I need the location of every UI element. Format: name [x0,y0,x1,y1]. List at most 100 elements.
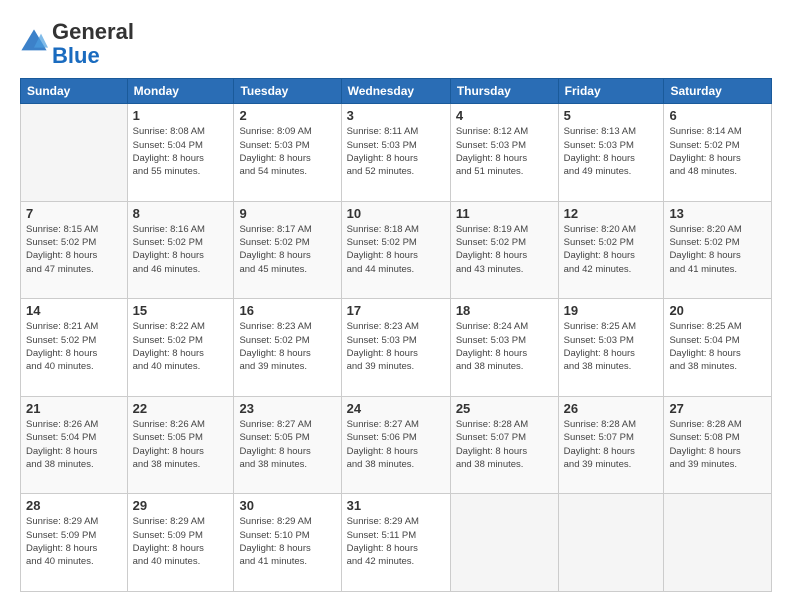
calendar-cell: 10 Sunrise: 8:18 AM Sunset: 5:02 PM Dayli… [341,201,450,299]
day-info: Sunrise: 8:26 AM Sunset: 5:04 PM Dayligh… [26,418,122,471]
day-number: 7 [26,206,122,221]
calendar-table: SundayMondayTuesdayWednesdayThursdayFrid… [20,78,772,592]
day-number: 5 [564,108,659,123]
day-number: 21 [26,401,122,416]
day-info: Sunrise: 8:11 AM Sunset: 5:03 PM Dayligh… [347,125,445,178]
day-number: 25 [456,401,553,416]
calendar-cell: 30Sunrise: 8:29 AM Sunset: 5:10 PM Dayli… [234,494,341,592]
logo-blue: Blue [52,43,100,68]
day-info: Sunrise: 8:29 AM Sunset: 5:09 PM Dayligh… [26,515,122,568]
calendar-cell: 29 Sunrise: 8:29 AM Sunset: 5:09 PM Dayli… [127,494,234,592]
col-header-monday: Monday [127,79,234,104]
calendar-cell: 17 Sunrise: 8:23 AM Sunset: 5:03 PM Dayli… [341,299,450,397]
col-header-thursday: Thursday [450,79,558,104]
day-number: 10 [347,206,445,221]
day-info: Sunrise: 8:29 AM Sunset: 5:11 PM Dayligh… [347,515,445,568]
day-info: Sunrise: 8:12 AM Sunset: 5:03 PM Dayligh… [456,125,553,178]
day-info: Sunrise: 8:23 AM Sunset: 5:02 PM Dayligh… [239,320,335,373]
day-number: 8 [133,206,229,221]
day-info: Sunrise: 8:09 AM Sunset: 5:03 PM Dayligh… [239,125,335,178]
calendar-week-1: 1Sunrise: 8:08 AM Sunset: 5:04 PM Daylig… [21,104,772,202]
day-number: 9 [239,206,335,221]
day-number: 3 [347,108,445,123]
day-info: Sunrise: 8:28 AM Sunset: 5:08 PM Dayligh… [669,418,766,471]
day-number: 28 [26,498,122,513]
calendar-cell: 25 Sunrise: 8:28 AM Sunset: 5:07 PM Dayli… [450,396,558,494]
calendar-cell: 13 Sunrise: 8:20 AM Sunset: 5:02 PM Dayli… [664,201,772,299]
day-info: Sunrise: 8:20 AM Sunset: 5:02 PM Dayligh… [669,223,766,276]
day-number: 26 [564,401,659,416]
col-header-sunday: Sunday [21,79,128,104]
day-number: 2 [239,108,335,123]
day-info: Sunrise: 8:29 AM Sunset: 5:09 PM Dayligh… [133,515,229,568]
col-header-tuesday: Tuesday [234,79,341,104]
calendar-cell: 24Sunrise: 8:27 AM Sunset: 5:06 PM Dayli… [341,396,450,494]
calendar-cell: 22Sunrise: 8:26 AM Sunset: 5:05 PM Dayli… [127,396,234,494]
page: General Blue SundayMondayTuesdayWednesda… [0,0,792,612]
day-number: 18 [456,303,553,318]
calendar-cell: 27Sunrise: 8:28 AM Sunset: 5:08 PM Dayli… [664,396,772,494]
day-number: 12 [564,206,659,221]
header: General Blue [20,20,772,68]
calendar-cell [558,494,664,592]
day-number: 23 [239,401,335,416]
calendar-week-3: 14 Sunrise: 8:21 AM Sunset: 5:02 PM Dayli… [21,299,772,397]
calendar-cell: 2 Sunrise: 8:09 AM Sunset: 5:03 PM Daylig… [234,104,341,202]
calendar-cell: 31 Sunrise: 8:29 AM Sunset: 5:11 PM Dayli… [341,494,450,592]
day-info: Sunrise: 8:16 AM Sunset: 5:02 PM Dayligh… [133,223,229,276]
day-info: Sunrise: 8:28 AM Sunset: 5:07 PM Dayligh… [564,418,659,471]
day-number: 16 [239,303,335,318]
calendar-cell [21,104,128,202]
day-info: Sunrise: 8:25 AM Sunset: 5:03 PM Dayligh… [564,320,659,373]
day-number: 13 [669,206,766,221]
day-number: 15 [133,303,229,318]
day-info: Sunrise: 8:22 AM Sunset: 5:02 PM Dayligh… [133,320,229,373]
calendar-cell: 23 Sunrise: 8:27 AM Sunset: 5:05 PM Dayli… [234,396,341,494]
logo: General Blue [20,20,134,68]
day-info: Sunrise: 8:23 AM Sunset: 5:03 PM Dayligh… [347,320,445,373]
day-info: Sunrise: 8:20 AM Sunset: 5:02 PM Dayligh… [564,223,659,276]
day-number: 24 [347,401,445,416]
calendar-cell: 8 Sunrise: 8:16 AM Sunset: 5:02 PM Daylig… [127,201,234,299]
calendar-cell: 7Sunrise: 8:15 AM Sunset: 5:02 PM Daylig… [21,201,128,299]
day-info: Sunrise: 8:19 AM Sunset: 5:02 PM Dayligh… [456,223,553,276]
calendar-header-row: SundayMondayTuesdayWednesdayThursdayFrid… [21,79,772,104]
day-number: 4 [456,108,553,123]
calendar-cell: 4 Sunrise: 8:12 AM Sunset: 5:03 PM Daylig… [450,104,558,202]
calendar-cell: 3 Sunrise: 8:11 AM Sunset: 5:03 PM Daylig… [341,104,450,202]
day-info: Sunrise: 8:21 AM Sunset: 5:02 PM Dayligh… [26,320,122,373]
calendar-cell: 21 Sunrise: 8:26 AM Sunset: 5:04 PM Dayli… [21,396,128,494]
day-info: Sunrise: 8:26 AM Sunset: 5:05 PM Dayligh… [133,418,229,471]
day-info: Sunrise: 8:08 AM Sunset: 5:04 PM Dayligh… [133,125,229,178]
calendar-cell: 18Sunrise: 8:24 AM Sunset: 5:03 PM Dayli… [450,299,558,397]
day-number: 14 [26,303,122,318]
day-info: Sunrise: 8:17 AM Sunset: 5:02 PM Dayligh… [239,223,335,276]
day-number: 29 [133,498,229,513]
day-info: Sunrise: 8:14 AM Sunset: 5:02 PM Dayligh… [669,125,766,178]
calendar-cell: 6Sunrise: 8:14 AM Sunset: 5:02 PM Daylig… [664,104,772,202]
logo-icon [20,28,48,56]
day-info: Sunrise: 8:18 AM Sunset: 5:02 PM Dayligh… [347,223,445,276]
day-number: 31 [347,498,445,513]
calendar-cell: 11Sunrise: 8:19 AM Sunset: 5:02 PM Dayli… [450,201,558,299]
calendar-cell: 15 Sunrise: 8:22 AM Sunset: 5:02 PM Dayli… [127,299,234,397]
calendar-cell: 16 Sunrise: 8:23 AM Sunset: 5:02 PM Dayli… [234,299,341,397]
calendar-week-4: 21 Sunrise: 8:26 AM Sunset: 5:04 PM Dayli… [21,396,772,494]
day-info: Sunrise: 8:25 AM Sunset: 5:04 PM Dayligh… [669,320,766,373]
day-number: 30 [239,498,335,513]
col-header-friday: Friday [558,79,664,104]
calendar-cell [664,494,772,592]
calendar-week-5: 28 Sunrise: 8:29 AM Sunset: 5:09 PM Dayli… [21,494,772,592]
calendar-cell: 9 Sunrise: 8:17 AM Sunset: 5:02 PM Daylig… [234,201,341,299]
calendar-cell: 14 Sunrise: 8:21 AM Sunset: 5:02 PM Dayli… [21,299,128,397]
day-number: 20 [669,303,766,318]
day-number: 17 [347,303,445,318]
day-info: Sunrise: 8:27 AM Sunset: 5:05 PM Dayligh… [239,418,335,471]
logo-general: General [52,19,134,44]
day-info: Sunrise: 8:13 AM Sunset: 5:03 PM Dayligh… [564,125,659,178]
calendar-cell: 28 Sunrise: 8:29 AM Sunset: 5:09 PM Dayli… [21,494,128,592]
calendar-cell: 5 Sunrise: 8:13 AM Sunset: 5:03 PM Daylig… [558,104,664,202]
calendar-cell: 20 Sunrise: 8:25 AM Sunset: 5:04 PM Dayli… [664,299,772,397]
logo-text: General Blue [52,20,134,68]
day-info: Sunrise: 8:28 AM Sunset: 5:07 PM Dayligh… [456,418,553,471]
